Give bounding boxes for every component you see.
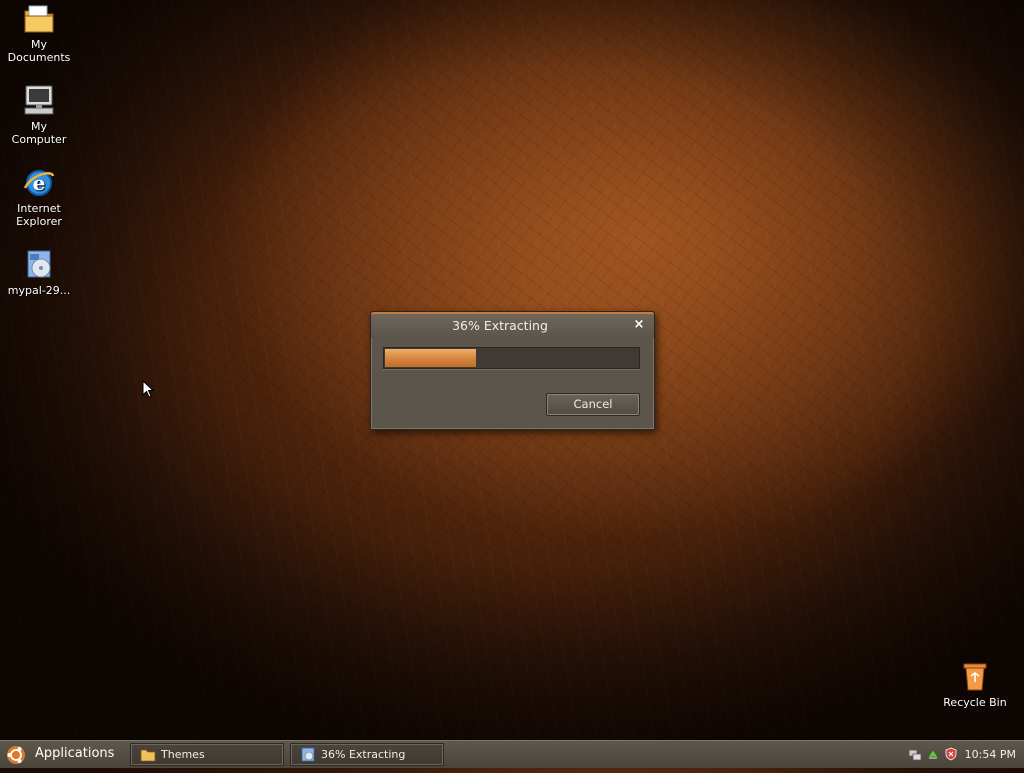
extracting-dialog: 36% Extracting × Cancel bbox=[370, 311, 655, 430]
close-icon[interactable]: × bbox=[632, 317, 646, 333]
desktop-icon-label: My Computer bbox=[11, 120, 67, 146]
taskbar-button-themes[interactable]: Themes bbox=[130, 743, 284, 766]
folder-icon bbox=[140, 747, 156, 762]
desktop-icon-label: My Documents bbox=[7, 38, 71, 64]
mouse-cursor-icon bbox=[142, 379, 155, 398]
extract-icon bbox=[300, 747, 316, 762]
taskbar-button-label: Themes bbox=[161, 748, 205, 761]
progress-bar-fill bbox=[385, 349, 476, 367]
taskbar-button-label: 36% Extracting bbox=[321, 748, 406, 761]
desktop-icon-mypal[interactable]: mypal-29... bbox=[1, 248, 77, 297]
dialog-titlebar[interactable]: 36% Extracting × bbox=[371, 312, 654, 338]
internet-explorer-icon: e bbox=[22, 166, 56, 200]
recycle-bin-icon bbox=[958, 660, 992, 694]
desktop-icon-label: mypal-29... bbox=[7, 284, 71, 297]
network-icon[interactable] bbox=[908, 747, 922, 761]
dialog-title: 36% Extracting bbox=[452, 318, 548, 333]
taskbar: Applications Themes 36% Extracting 10:54… bbox=[0, 740, 1024, 768]
cancel-button[interactable]: Cancel bbox=[546, 393, 640, 416]
applications-menu-button[interactable]: Applications bbox=[4, 743, 122, 765]
desktop-icon-internet-explorer[interactable]: e Internet Explorer bbox=[1, 166, 77, 228]
computer-icon bbox=[22, 84, 56, 118]
taskbar-button-extracting[interactable]: 36% Extracting bbox=[290, 743, 444, 766]
safely-remove-icon[interactable] bbox=[926, 747, 940, 761]
desktop-icon-label: Internet Explorer bbox=[16, 202, 62, 228]
folder-documents-icon bbox=[22, 2, 56, 36]
desktop-icon-label: Recycle Bin bbox=[943, 696, 1007, 709]
installer-icon bbox=[22, 248, 56, 282]
security-shield-icon[interactable] bbox=[944, 747, 958, 761]
clock[interactable]: 10:54 PM bbox=[965, 743, 1016, 766]
system-tray: 10:54 PM bbox=[906, 743, 1016, 766]
ubuntu-logo-icon bbox=[6, 745, 26, 765]
desktop-icon-recycle-bin[interactable]: Recycle Bin bbox=[937, 660, 1013, 709]
progress-bar bbox=[383, 347, 640, 369]
desktop-icon-my-documents[interactable]: My Documents bbox=[1, 2, 77, 64]
applications-label: Applications bbox=[35, 746, 115, 761]
desktop-icon-my-computer[interactable]: My Computer bbox=[1, 84, 77, 146]
